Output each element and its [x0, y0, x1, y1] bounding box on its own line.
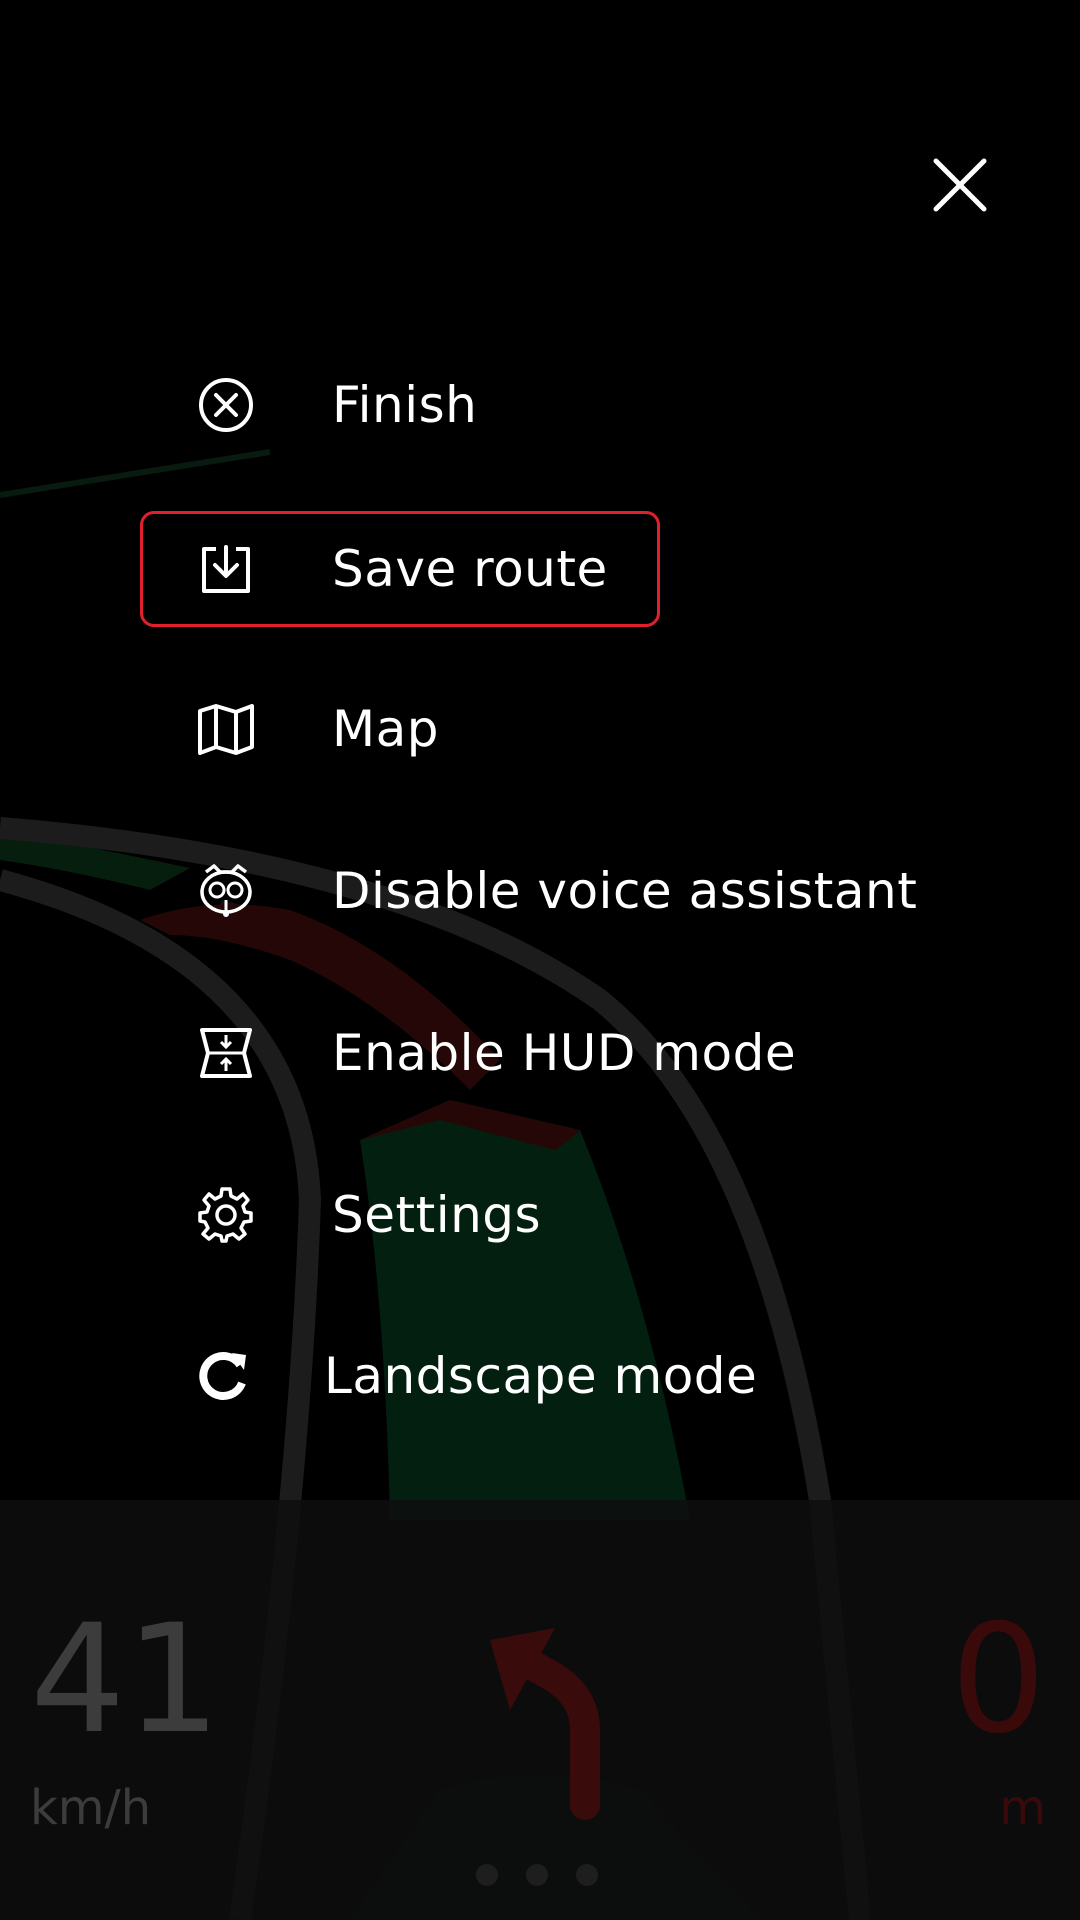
- menu-item-label: Finish: [332, 376, 478, 434]
- speed-unit: km/h: [30, 1780, 152, 1836]
- menu-item-disable-voice-assistant[interactable]: Disable voice assistant: [140, 833, 917, 949]
- menu-item-enable-hud-mode[interactable]: Enable HUD mode: [140, 995, 796, 1111]
- menu-item-landscape-mode[interactable]: Landscape mode: [140, 1318, 757, 1434]
- hud-icon: [195, 1022, 257, 1084]
- turn-left-arrow-icon: [490, 1628, 600, 1820]
- page-indicator: [476, 1864, 598, 1886]
- menu-item-label: Enable HUD mode: [332, 1024, 797, 1082]
- page-dot: [476, 1864, 498, 1886]
- map-icon: [195, 698, 257, 760]
- distance-unit: m: [999, 1780, 1046, 1836]
- close-icon: [933, 158, 987, 212]
- page-dot: [576, 1864, 598, 1886]
- menu-item-save-route[interactable]: Save route: [140, 511, 660, 627]
- menu-item-label: Landscape mode: [324, 1347, 758, 1405]
- gear-icon: [195, 1184, 257, 1246]
- close-button[interactable]: [920, 145, 1000, 225]
- menu-item-label: Map: [332, 700, 440, 758]
- page-dot: [526, 1864, 548, 1886]
- menu-item-label: Save route: [332, 540, 608, 598]
- menu-item-finish[interactable]: Finish: [140, 347, 660, 463]
- rotate-icon: [192, 1345, 254, 1407]
- speed-value: 41: [30, 1593, 221, 1767]
- menu-item-map[interactable]: Map: [140, 671, 660, 787]
- menu-item-label: Settings: [332, 1186, 542, 1244]
- menu-item-settings[interactable]: Settings: [140, 1157, 660, 1273]
- cancel-circle-icon: [195, 374, 257, 436]
- distance-value: 0: [950, 1593, 1046, 1767]
- owl-assistant-icon: [195, 860, 257, 922]
- download-tray-icon: [195, 538, 257, 600]
- menu-item-label: Disable voice assistant: [332, 862, 918, 920]
